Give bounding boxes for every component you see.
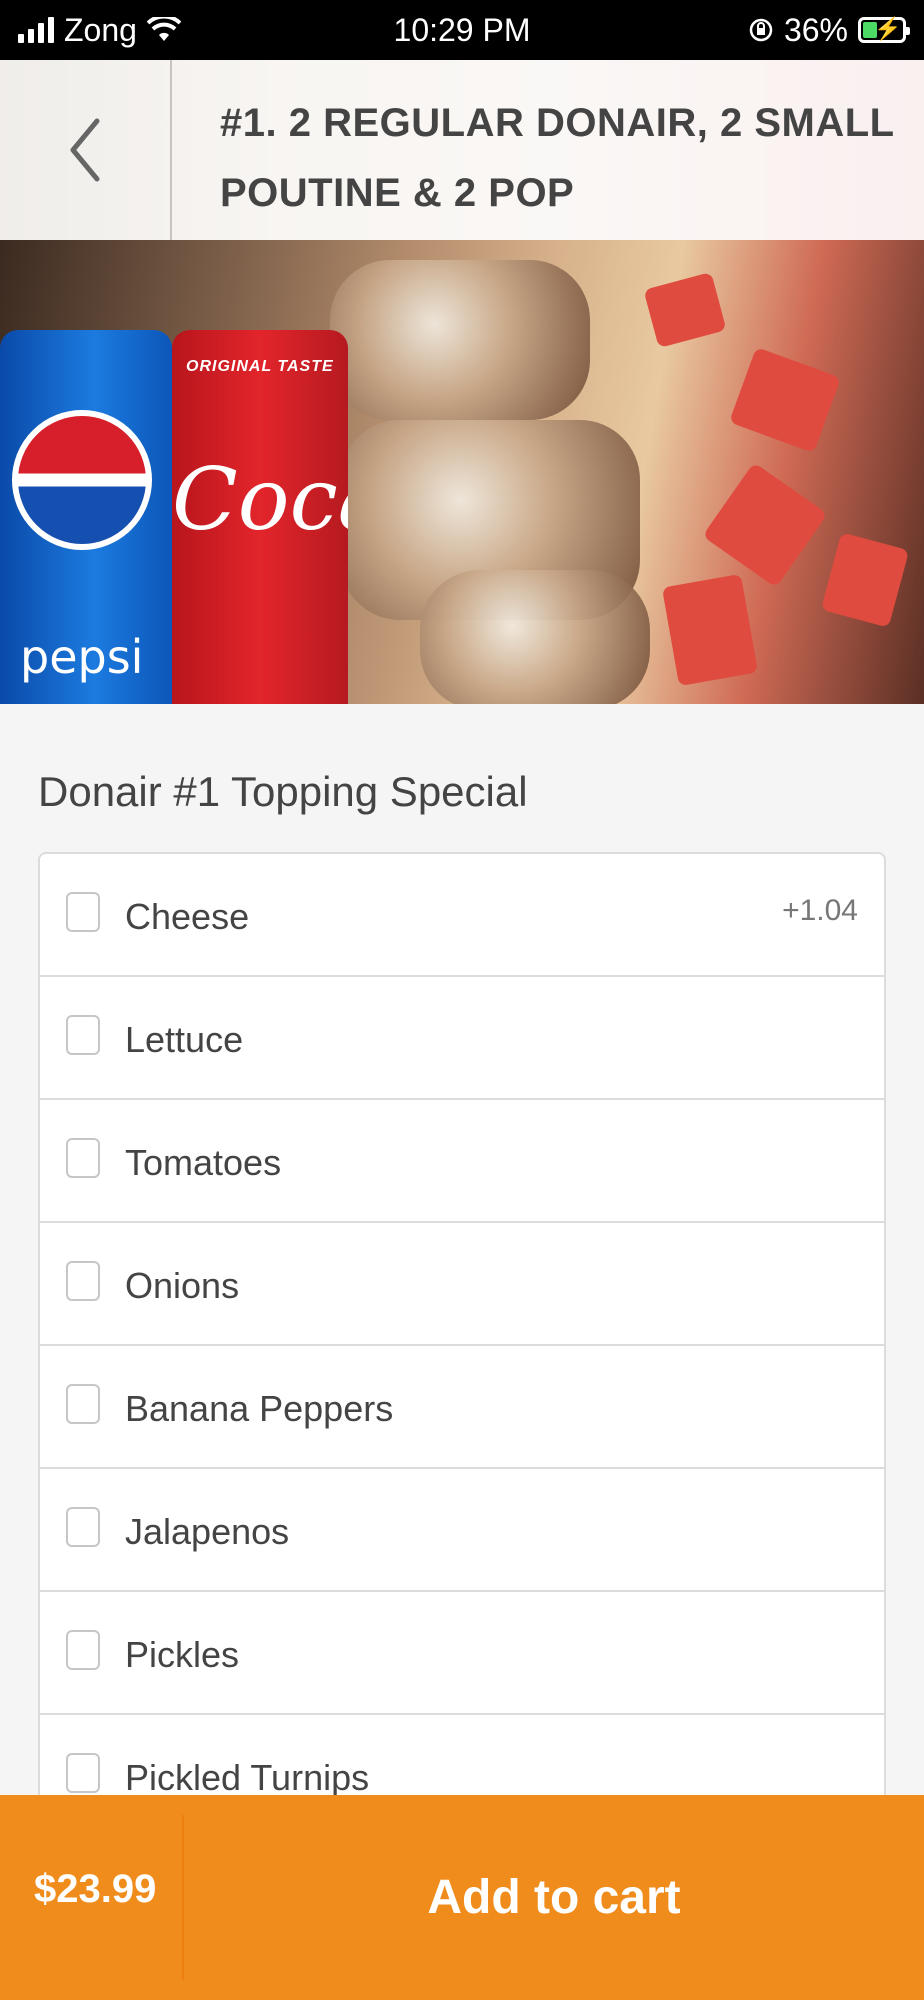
option-label: Pickles	[125, 1634, 240, 1675]
chevron-left-icon	[70, 118, 100, 182]
option-row-tomatoes[interactable]: Tomatoes	[40, 1100, 884, 1223]
cart-bar: $23.99 Add to cart	[0, 1795, 924, 2000]
battery-percent: 36%	[783, 11, 848, 48]
checkbox[interactable]	[66, 1753, 100, 1793]
topping-options-list: Cheese +1.04 Lettuce Tomatoes Onions Ban…	[38, 852, 886, 1840]
tomato-piece	[661, 573, 759, 687]
donair-wrap	[330, 260, 590, 420]
option-label: Onions	[125, 1265, 240, 1306]
coke-script-logo: Coca-Co	[172, 450, 348, 550]
pepsi-globe-logo	[12, 410, 152, 550]
pepsi-label: pepsi	[20, 630, 144, 684]
option-row-onions[interactable]: Onions	[40, 1223, 884, 1346]
pepsi-can: pepsi	[0, 330, 172, 704]
option-row-pickles[interactable]: Pickles	[40, 1592, 884, 1715]
checkbox[interactable]	[66, 1507, 100, 1547]
option-price: +1.04	[782, 894, 858, 927]
option-row-lettuce[interactable]: Lettuce	[40, 977, 884, 1100]
option-label: Pickled Turnips	[125, 1757, 370, 1798]
option-label: Tomatoes	[125, 1142, 282, 1183]
back-button[interactable]	[0, 60, 170, 240]
battery-icon: ⚡	[858, 16, 910, 43]
checkbox[interactable]	[66, 1630, 100, 1670]
checkbox[interactable]	[66, 892, 100, 932]
checkbox[interactable]	[66, 1261, 100, 1301]
charging-bolt-icon: ⚡	[874, 16, 902, 41]
option-label: Lettuce	[125, 1019, 244, 1060]
option-row-cheese[interactable]: Cheese +1.04	[40, 854, 884, 977]
checkbox[interactable]	[66, 1384, 100, 1424]
wifi-icon	[146, 17, 181, 41]
option-label: Jalapenos	[125, 1511, 290, 1552]
option-row-banana-peppers[interactable]: Banana Peppers	[40, 1346, 884, 1469]
total-price: $23.99	[34, 1867, 157, 1911]
add-to-cart-button[interactable]: Add to cart	[184, 1795, 924, 2000]
coke-can: ORIGINAL TASTE Coca-Co	[172, 330, 348, 704]
page-title: #1. 2 REGULAR DONAIR, 2 SMALL POUTINE & …	[220, 101, 894, 215]
donair-wrap	[420, 570, 650, 704]
header: #1. 2 REGULAR DONAIR, 2 SMALL POUTINE & …	[0, 60, 924, 240]
option-label: Cheese	[125, 896, 250, 937]
orientation-lock-icon	[749, 18, 773, 42]
status-right: 36% ⚡	[748, 11, 910, 49]
status-left: Zong	[18, 12, 181, 49]
product-image: pepsi ORIGINAL TASTE Coca-Co	[0, 240, 924, 704]
section-title: Donair #1 Topping Special	[38, 768, 528, 815]
carrier-name: Zong	[64, 11, 137, 48]
signal-icon	[18, 17, 54, 43]
checkbox[interactable]	[66, 1138, 100, 1178]
coke-top-label: ORIGINAL TASTE	[186, 358, 334, 375]
option-label: Banana Peppers	[125, 1388, 394, 1429]
header-divider	[170, 60, 172, 240]
status-bar: Zong 10:29 PM 36% ⚡	[0, 0, 924, 60]
option-row-jalapenos[interactable]: Jalapenos	[40, 1469, 884, 1592]
checkbox[interactable]	[66, 1015, 100, 1055]
